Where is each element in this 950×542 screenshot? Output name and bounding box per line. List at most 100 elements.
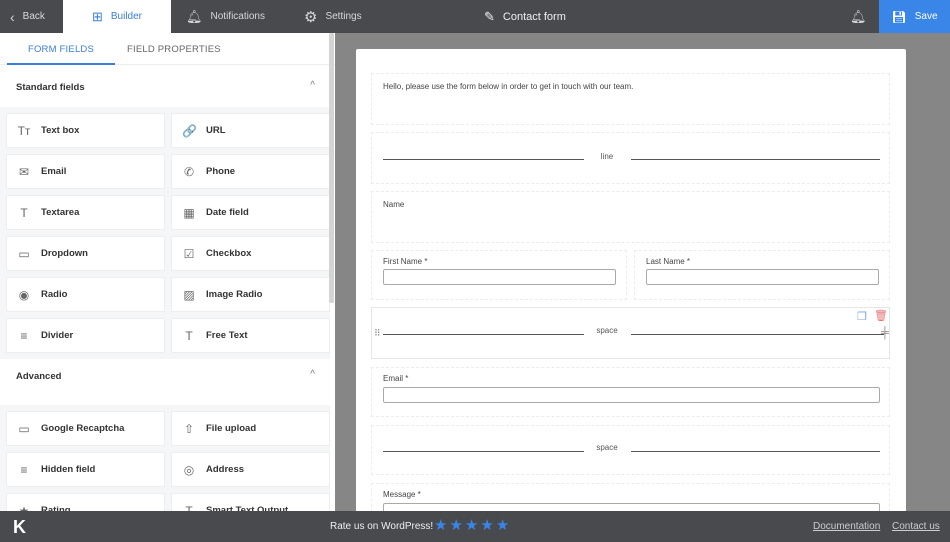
google-recaptcha-icon: ▭ bbox=[18, 421, 30, 436]
field-card-dropdown[interactable]: ▭ Dropdown bbox=[6, 236, 165, 271]
sidebar: FORM FIELDS FIELD PROPERTIES Standard fi… bbox=[0, 33, 335, 511]
field-card-free-text[interactable]: T Free Text bbox=[171, 318, 330, 353]
field-card-label: Date field bbox=[206, 207, 249, 218]
form-canvas: Hello, please use the form below in orde… bbox=[336, 33, 950, 533]
star-icon[interactable]: ★ bbox=[480, 516, 493, 534]
field-card-date-field[interactable]: ▦ Date field bbox=[171, 195, 330, 230]
divider-line bbox=[631, 451, 880, 452]
address-icon: ◎ bbox=[183, 462, 195, 477]
field-card-phone[interactable]: ✆ Phone bbox=[171, 154, 330, 189]
rating-stars: ★ ★ ★ ★ ★ bbox=[434, 516, 509, 534]
edit-icon: ✎ bbox=[484, 8, 495, 24]
field-card-label: Email bbox=[41, 166, 67, 177]
contact-us-link[interactable]: Contact us bbox=[892, 521, 940, 532]
divider-space-block-selected[interactable]: ⠿ space ❐ 🗑︎ ╪ bbox=[371, 307, 890, 359]
standard-fields-grid: Tт Text box 🔗 URL ✉ Email ✆ Phone T Textarea ▦ Date… bbox=[0, 107, 330, 359]
field-card-google-recaptcha[interactable]: ▭ Google Recaptcha bbox=[6, 411, 165, 446]
divider-line-block[interactable]: line bbox=[371, 132, 890, 184]
field-card-label: Text box bbox=[41, 125, 80, 136]
sidebar-tabs: FORM FIELDS FIELD PROPERTIES bbox=[0, 33, 335, 65]
first-name-input[interactable] bbox=[383, 269, 616, 285]
drag-handle-icon[interactable]: ⠿ bbox=[374, 328, 381, 339]
image-radio-icon: ▨ bbox=[183, 287, 195, 302]
resize-handle-icon[interactable]: ╪ bbox=[881, 327, 889, 339]
notifications-bell[interactable]: 🔔︎ bbox=[850, 0, 867, 33]
field-card-label: URL bbox=[206, 125, 226, 136]
dropdown-icon: ▭ bbox=[18, 246, 30, 261]
field-card-label: Hidden field bbox=[41, 464, 96, 475]
field-card-label: Image Radio bbox=[206, 289, 263, 300]
field-card-address[interactable]: ◎ Address bbox=[171, 452, 330, 487]
chevron-up-icon: ^ bbox=[310, 80, 315, 91]
field-card-label: Radio bbox=[41, 289, 68, 300]
divider-line bbox=[631, 159, 880, 160]
chevron-up-icon: ^ bbox=[310, 369, 315, 380]
divider-icon: ≡ bbox=[20, 328, 28, 343]
tab-builder[interactable]: ⊞ Builder bbox=[63, 0, 171, 33]
first-name-block[interactable]: First Name * bbox=[371, 250, 627, 300]
field-card-label: Checkbox bbox=[206, 248, 252, 259]
documentation-link[interactable]: Documentation bbox=[813, 521, 880, 532]
field-card-textarea[interactable]: T Textarea bbox=[6, 195, 165, 230]
field-card-email[interactable]: ✉ Email bbox=[6, 154, 165, 189]
star-icon[interactable]: ★ bbox=[496, 516, 509, 534]
field-card-url[interactable]: 🔗 URL bbox=[171, 113, 330, 148]
field-card-label: Phone bbox=[206, 166, 236, 177]
chevron-left-icon: ‹ bbox=[10, 8, 15, 25]
tab-field-properties[interactable]: FIELD PROPERTIES bbox=[127, 33, 221, 65]
floppy-disk-icon: 💾︎ bbox=[891, 9, 907, 24]
form-paper: Hello, please use the form below in orde… bbox=[356, 49, 906, 533]
trash-icon[interactable]: 🗑︎ bbox=[874, 309, 888, 322]
field-card-text-box[interactable]: Tт Text box bbox=[6, 113, 165, 148]
tab-form-fields[interactable]: FORM FIELDS bbox=[7, 33, 115, 65]
rate-text: Rate us on WordPress! bbox=[330, 521, 434, 532]
star-icon[interactable]: ★ bbox=[449, 516, 462, 534]
tab-settings[interactable]: ⚙ Settings bbox=[304, 0, 362, 33]
field-card-divider[interactable]: ≡ Divider bbox=[6, 318, 165, 353]
email-input[interactable] bbox=[383, 387, 880, 403]
name-block[interactable]: Name bbox=[371, 191, 890, 243]
field-card-checkbox[interactable]: ☑ Checkbox bbox=[171, 236, 330, 271]
smart-text-output-icon: T bbox=[185, 503, 193, 512]
form-title[interactable]: ✎ Contact form bbox=[484, 0, 566, 33]
date-field-icon: ▦ bbox=[183, 205, 195, 220]
footer-bar: K Rate us on WordPress! ★ ★ ★ ★ ★ Documentat… bbox=[0, 511, 950, 542]
advanced-header[interactable]: Advanced ^ bbox=[0, 359, 335, 405]
checkbox-icon: ☑ bbox=[183, 246, 195, 261]
divider-line bbox=[631, 334, 884, 335]
field-card-label: Divider bbox=[41, 330, 74, 341]
field-card-image-radio[interactable]: ▨ Image Radio bbox=[171, 277, 330, 312]
field-card-label: File upload bbox=[206, 423, 257, 434]
advanced-fields-grid: ▭ Google Recaptcha ⇧ File upload ≡ Hidden fie… bbox=[0, 405, 330, 511]
standard-fields-header[interactable]: Standard fields ^ bbox=[0, 65, 335, 107]
field-card-file-upload[interactable]: ⇧ File upload bbox=[171, 411, 330, 446]
free-text-block[interactable]: Hello, please use the form below in orde… bbox=[371, 73, 890, 125]
top-bar: ‹ Back ⊞ Builder 🔔︎ Notifications ⚙ Settings… bbox=[0, 0, 950, 33]
field-card-radio[interactable]: ◉ Radio bbox=[6, 277, 165, 312]
duplicate-icon[interactable]: ❐ bbox=[857, 310, 867, 323]
tab-notifications[interactable]: 🔔︎ Notifications bbox=[186, 0, 265, 33]
sidebar-scrollbar[interactable] bbox=[329, 33, 334, 303]
divider-line bbox=[383, 451, 584, 452]
field-card-rating[interactable]: ★ Rating bbox=[6, 493, 165, 511]
save-button[interactable]: 💾︎ Save bbox=[879, 0, 950, 33]
email-icon: ✉ bbox=[18, 164, 30, 179]
star-icon[interactable]: ★ bbox=[434, 516, 447, 534]
file-upload-icon: ⇧ bbox=[183, 421, 195, 436]
field-card-label: Dropdown bbox=[41, 248, 88, 259]
field-card-smart-text-output[interactable]: T Smart Text Output bbox=[171, 493, 330, 511]
logo: K bbox=[13, 517, 26, 537]
star-icon[interactable]: ★ bbox=[465, 516, 478, 534]
bell-icon: 🔔︎ bbox=[186, 8, 203, 24]
url-icon: 🔗 bbox=[182, 123, 197, 138]
phone-icon: ✆ bbox=[183, 164, 195, 179]
back-button[interactable]: ‹ Back bbox=[10, 0, 45, 33]
divider-space-block[interactable]: space bbox=[371, 425, 890, 475]
free-text-icon: T bbox=[185, 328, 193, 343]
rating-icon: ★ bbox=[18, 503, 30, 512]
email-block[interactable]: Email * bbox=[371, 367, 890, 417]
last-name-input[interactable] bbox=[646, 269, 879, 285]
divider-line bbox=[383, 159, 584, 160]
last-name-block[interactable]: Last Name * bbox=[634, 250, 890, 300]
field-card-hidden-field[interactable]: ≡ Hidden field bbox=[6, 452, 165, 487]
